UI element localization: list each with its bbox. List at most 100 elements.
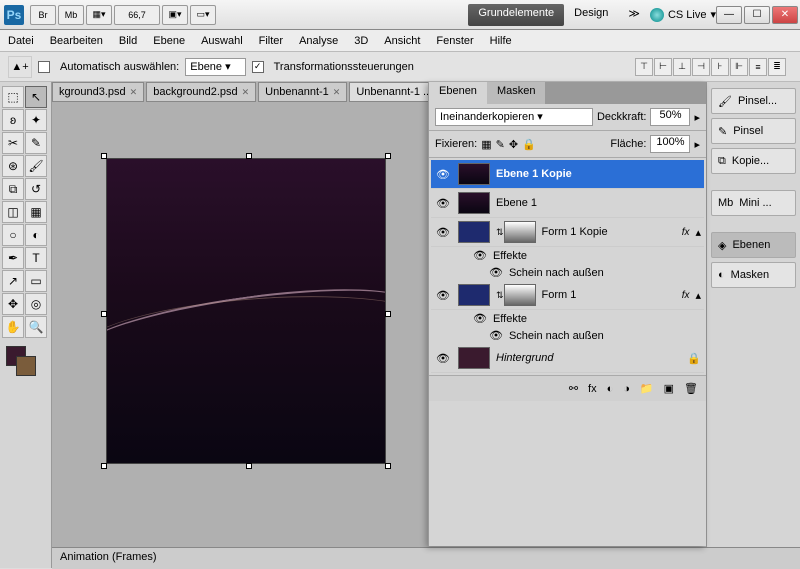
layer-name[interactable]: Ebene 1 Kopie [496,168,701,180]
panel-kopie[interactable]: ⧉Kopie... [711,148,796,174]
3d-tool[interactable]: ✥ [2,293,24,315]
menu-analyse[interactable]: Analyse [299,35,338,47]
panel-mini[interactable]: MbMini ... [711,190,796,216]
screen-mode-button[interactable]: ▭▾ [190,5,216,25]
layer-effects[interactable]: 👁Effekte [431,247,704,264]
fx-badge[interactable]: fx [682,290,690,301]
link-layers-icon[interactable]: ⚯ [569,382,578,395]
minimize-button[interactable]: — [716,6,742,24]
layer-name[interactable]: Form 1 Kopie [542,226,682,238]
visibility-icon[interactable]: 👁 [434,226,452,239]
layer-effects[interactable]: 👁Effekte [431,310,704,327]
hand-tool[interactable]: ✋ [2,316,24,338]
layer-mask[interactable] [504,284,536,306]
visibility-icon[interactable]: 👁 [473,312,487,325]
lasso-tool[interactable]: ʚ [2,109,24,131]
menu-ansicht[interactable]: Ansicht [384,35,420,47]
menu-bild[interactable]: Bild [119,35,137,47]
visibility-icon[interactable]: 👁 [434,289,452,302]
close-icon[interactable]: ✕ [333,87,341,98]
lock-trans-icon[interactable]: ▦ [481,138,491,151]
blend-mode-select[interactable]: Ineinanderkopieren ▾ [435,108,593,126]
align-top-icon[interactable]: ⊤ [635,58,653,76]
tab-1[interactable]: background2.psd✕ [146,82,256,102]
workspace-more[interactable]: ≫ [618,4,650,26]
transform-checkbox[interactable]: ✓ [252,61,264,73]
zoom-level-field[interactable]: 66,7 [114,5,160,25]
dist-icon[interactable]: ≡ [749,58,767,76]
zoom-tool[interactable]: 🔍 [25,316,47,338]
close-icon[interactable]: ✕ [242,87,250,98]
visibility-icon[interactable]: 👁 [434,197,452,210]
lock-all-icon[interactable]: 🔒 [522,138,536,151]
fill-field[interactable]: 100% [650,135,690,153]
link-icon[interactable]: ⇅ [496,227,504,238]
canvas[interactable] [106,158,386,464]
brush-tool[interactable]: 🖌 [25,155,47,177]
fx-badge[interactable]: fx [682,227,690,238]
trash-icon[interactable]: 🗑 [684,382,698,395]
blur-tool[interactable]: ○ [2,224,24,246]
layer-name[interactable]: Ebene 1 [496,197,701,209]
minibridge-button[interactable]: Mb [58,5,84,25]
mask-icon[interactable]: ◐ [607,383,614,395]
fx-icon[interactable]: fx [588,383,597,395]
align-vmid-icon[interactable]: ⊢ [654,58,672,76]
layer-effect-item[interactable]: 👁Schein nach außen [431,327,704,344]
color-swatch[interactable] [2,346,49,376]
menu-hilfe[interactable]: Hilfe [490,35,512,47]
layer-row[interactable]: 👁 Hintergrund 🔒 [431,344,704,373]
visibility-icon[interactable]: 👁 [434,352,452,365]
group-icon[interactable]: 📁 [640,382,654,395]
view-options-button[interactable]: ▦▾ [86,5,112,25]
type-tool[interactable]: T [25,247,47,269]
background-color[interactable] [16,356,36,376]
layer-name[interactable]: Hintergrund [496,352,687,364]
heal-tool[interactable]: ⊛ [2,155,24,177]
shape-tool[interactable]: ▭ [25,270,47,292]
gradient-tool[interactable]: ▦ [25,201,47,223]
menu-ebene[interactable]: Ebene [153,35,185,47]
menu-fenster[interactable]: Fenster [436,35,473,47]
lock-move-icon[interactable]: ✥ [509,138,518,151]
layer-thumb[interactable] [458,347,490,369]
dodge-tool[interactable]: ◐ [25,224,47,246]
adjustment-icon[interactable]: ◑ [623,383,630,395]
cs-live-button[interactable]: CS Live▾ [650,8,716,22]
history-brush[interactable]: ↺ [25,178,47,200]
panel-ebenen[interactable]: ◈Ebenen [711,232,796,258]
stamp-tool[interactable]: ⧉ [2,178,24,200]
layer-row[interactable]: 👁 ⇅ Form 1 Kopie fx ▴ [431,218,704,247]
collapse-icon[interactable]: ▴ [695,226,701,239]
panel-pinsel[interactable]: ✎Pinsel [711,118,796,144]
3d-cam[interactable]: ◎ [25,293,47,315]
align-right-icon[interactable]: ⊩ [730,58,748,76]
layer-row[interactable]: 👁 ⇅ Form 1 fx▴ [431,281,704,310]
align-bottom-icon[interactable]: ⊥ [673,58,691,76]
panel-pinsel-pre[interactable]: 🖌Pinsel... [711,88,796,114]
opacity-field[interactable]: 50% [650,108,690,126]
opacity-slider[interactable]: ▸ [694,111,700,124]
link-icon[interactable]: ⇅ [496,290,504,301]
tab-ebenen[interactable]: Ebenen [429,82,487,104]
auto-select-target[interactable]: Ebene ▾ [185,58,245,76]
move-tool-icon[interactable]: ▲+ [8,56,32,78]
eraser-tool[interactable]: ◫ [2,201,24,223]
workspace-design[interactable]: Design [564,4,618,26]
layer-thumb[interactable] [458,163,490,185]
align-hmid-icon[interactable]: ⊦ [711,58,729,76]
collapse-icon[interactable]: ▴ [695,289,701,302]
menu-datei[interactable]: Datei [8,35,34,47]
close-icon[interactable]: ✕ [130,87,138,98]
arrange-button[interactable]: ▣▾ [162,5,188,25]
eyedropper-tool[interactable]: ✎ [25,132,47,154]
panel-masken[interactable]: ◐Masken [711,262,796,288]
layer-row[interactable]: 👁 Ebene 1 [431,189,704,218]
path-select[interactable]: ↗ [2,270,24,292]
lock-paint-icon[interactable]: ✎ [496,138,505,151]
layer-mask[interactable] [504,221,536,243]
move-tool[interactable]: ↖ [25,86,47,108]
dist2-icon[interactable]: ≣ [768,58,786,76]
menu-filter[interactable]: Filter [259,35,283,47]
tab-0[interactable]: kground3.psd✕ [52,82,144,102]
